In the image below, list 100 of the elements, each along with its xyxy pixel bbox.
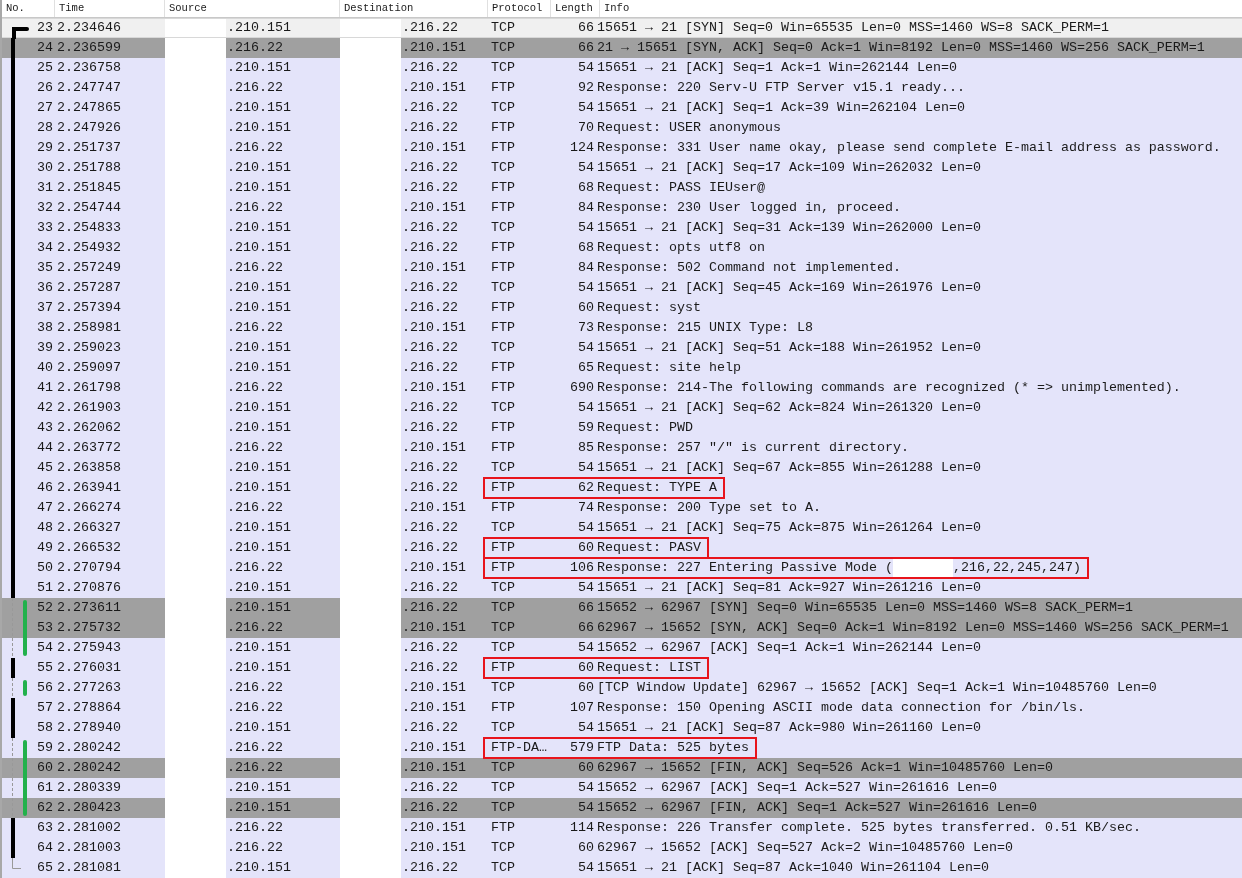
table-cell-text: .216.22	[226, 679, 284, 697]
table-cell-text: .210.151	[401, 699, 467, 717]
table-cell-text: 2.258981	[56, 319, 122, 337]
packet-row[interactable]: 59 2.280242 .216.22 .210.151 FTP-DA… 579 FTP Data: 525 bytes	[2, 738, 1242, 758]
column-header[interactable]: Protocol	[488, 0, 551, 17]
table-cell-text: .210.151	[401, 759, 467, 777]
column-header[interactable]: Info	[600, 0, 1242, 17]
packet-row[interactable]: 44 2.263772 .216.22 .210.151 FTP 85 Response: 257 "/" is current directory.	[2, 438, 1242, 458]
packet-row[interactable]: 45 2.263858 .210.151 .216.22 TCP 54 15651 → 21 [ACK] Seq=67 Ack=855 Win=261288 Len=0	[2, 458, 1242, 478]
table-cell: Request: PASV	[597, 539, 701, 557]
table-cell-text: 54	[37, 639, 53, 657]
packet-row[interactable]: 25 2.236758 .210.151 .216.22 TCP 54 15651 → 21 [ACK] Seq=1 Ack=1 Win=262144 Len=0	[2, 58, 1242, 78]
packet-row[interactable]: 63 2.281002 .216.22 .210.151 FTP 114 Response: 226 Transfer complete. 525 bytes transferred. 0.51 KB/sec.	[2, 818, 1242, 838]
packet-row[interactable]: 56 2.277263 .216.22 .210.151 TCP 60 [TCP Window Update] 62967 → 15652 [ACK] Seq=1 Ack=1 Win=10485760 Len=0	[2, 678, 1242, 698]
packet-row[interactable]: 36 2.257287 .210.151 .216.22 TCP 54 15651 → 21 [ACK] Seq=45 Ack=169 Win=261976 Len=0	[2, 278, 1242, 298]
packet-row[interactable]: 46 2.263941 .210.151 .216.22 FTP 62 Request: TYPE A	[2, 478, 1242, 498]
table-cell-text: 60	[577, 659, 595, 677]
table-cell-text: .216.22	[401, 719, 459, 737]
table-cell-text: .210.151	[226, 519, 292, 537]
column-header[interactable]: No.	[2, 0, 55, 17]
packet-row[interactable]: 48 2.266327 .210.151 .216.22 TCP 54 15651 → 21 [ACK] Seq=75 Ack=875 Win=261264 Len=0	[2, 518, 1242, 538]
table-cell-text: Request: PWD	[597, 419, 693, 437]
packet-row[interactable]: 61 2.280339 .210.151 .216.22 TCP 54 15652 → 62967 [ACK] Seq=1 Ack=527 Win=261616 Len=0	[2, 778, 1242, 798]
table-cell-text: .216.22	[401, 459, 459, 477]
packet-row[interactable]: 41 2.261798 .216.22 .210.151 FTP 690 Response: 214-The following commands are recognized (* => unimplemented).	[2, 378, 1242, 398]
table-cell-text: 2.254932	[56, 239, 122, 257]
table-cell-text: 2.273611	[56, 599, 122, 617]
packet-row[interactable]: 35 2.257249 .216.22 .210.151 FTP 84 Response: 502 Command not implemented.	[2, 258, 1242, 278]
packet-row[interactable]: 26 2.247747 .216.22 .210.151 FTP 92 Response: 220 Serv-U FTP Server v15.1 ready...	[2, 78, 1242, 98]
column-header[interactable]: Source	[165, 0, 340, 17]
packet-row[interactable]: 29 2.251737 .216.22 .210.151 FTP 124 Response: 331 User name okay, please send complete E-mail address as password.	[2, 138, 1242, 158]
table-cell-text: TCP	[490, 99, 516, 117]
packet-row[interactable]: 62 2.280423 .210.151 .216.22 TCP 54 15652 → 62967 [FIN, ACK] Seq=1 Ack=527 Win=261616 Len=0	[2, 798, 1242, 818]
packet-row[interactable]: 42 2.261903 .210.151 .216.22 TCP 54 15651 → 21 [ACK] Seq=62 Ack=824 Win=261320 Len=0	[2, 398, 1242, 418]
packet-row[interactable]: 47 2.266274 .216.22 .210.151 FTP 74 Response: 200 Type set to A.	[2, 498, 1242, 518]
table-cell-text: [TCP Window Update] 62967 → 15652 [ACK] Seq=1 Ack=1 Win=10485760 Len=0	[597, 679, 1157, 697]
table-cell-text: 15651 → 21 [ACK] Seq=62 Ack=824 Win=261320 Len=0	[597, 399, 981, 417]
table-cell-text: 44	[37, 439, 53, 457]
table-cell-text: 2.247747	[56, 79, 122, 97]
packet-row[interactable]: 28 2.247926 .210.151 .216.22 FTP 70 Request: USER anonymous	[2, 118, 1242, 138]
table-cell-text: 28	[37, 119, 53, 137]
table-cell-text: 54	[577, 339, 595, 357]
table-cell-text: .210.151	[226, 359, 292, 377]
packet-row[interactable]: 40 2.259097 .210.151 .216.22 FTP 65 Request: site help	[2, 358, 1242, 378]
packet-row[interactable]: 43 2.262062 .210.151 .216.22 FTP 59 Request: PWD	[2, 418, 1242, 438]
packet-row[interactable]: 37 2.257394 .210.151 .216.22 FTP 60 Request: syst	[2, 298, 1242, 318]
packet-row[interactable]: 23 2.234646 .210.151 .216.22 TCP 66 15651 → 21 [SYN] Seq=0 Win=65535 Len=0 MSS=1460 WS=8 SACK_PERM=1	[2, 18, 1242, 38]
column-header[interactable]: Length	[551, 0, 600, 17]
table-cell-text: .216.22	[401, 299, 459, 317]
packet-row[interactable]: 39 2.259023 .210.151 .216.22 TCP 54 15651 → 21 [ACK] Seq=51 Ack=188 Win=261952 Len=0	[2, 338, 1242, 358]
packet-row[interactable]: 65 2.281081 .210.151 .216.22 TCP 54 15651 → 21 [ACK] Seq=87 Ack=1040 Win=261104 Len=0	[2, 858, 1242, 878]
table-cell-text: .216.22	[226, 199, 284, 217]
table-cell-text: 62	[577, 479, 595, 497]
table-cell-text: 34	[37, 239, 53, 257]
table-cell-text: .216.22	[401, 399, 459, 417]
packet-row[interactable]: 27 2.247865 .210.151 .216.22 TCP 54 15651 → 21 [ACK] Seq=1 Ack=39 Win=262104 Len=0	[2, 98, 1242, 118]
table-cell-text: .210.151	[401, 319, 467, 337]
table-cell-text: 25	[37, 59, 53, 77]
table-cell-text: 84	[577, 199, 595, 217]
table-cell-text: Response: 226 Transfer complete. 525 bytes transferred. 0.51 KB/sec.	[597, 819, 1141, 837]
packet-row[interactable]: 30 2.251788 .210.151 .216.22 TCP 54 15651 → 21 [ACK] Seq=17 Ack=109 Win=262032 Len=0	[2, 158, 1242, 178]
packet-row[interactable]: 52 2.273611 .210.151 .216.22 TCP 66 15652 → 62967 [SYN] Seq=0 Win=65535 Len=0 MSS=1460 WS=8 SACK_PERM=1	[2, 598, 1242, 618]
packet-row[interactable]: 53 2.275732 .216.22 .210.151 TCP 66 62967 → 15652 [SYN, ACK] Seq=0 Ack=1 Win=8192 Len=0 MSS=1460 WS=256 SACK_PERM=1	[2, 618, 1242, 638]
table-cell-text: Request: PASS IEUser@	[597, 179, 765, 197]
table-cell-text: TCP	[490, 639, 516, 657]
packet-row[interactable]: 60 2.280242 .216.22 .210.151 TCP 60 62967 → 15652 [FIN, ACK] Seq=526 Ack=1 Win=10485760 Len=0	[2, 758, 1242, 778]
table-cell-text: .216.22	[401, 799, 459, 817]
packet-row[interactable]: 32 2.254744 .216.22 .210.151 FTP 84 Response: 230 User logged in, proceed.	[2, 198, 1242, 218]
table-cell-text: FTP	[490, 239, 516, 257]
packet-row[interactable]: 50 2.270794 .216.22 .210.151 FTP 106 Response: 227 Entering Passive Mode ( ,216,22,245,247)	[2, 558, 1242, 578]
packet-row[interactable]: 57 2.278864 .216.22 .210.151 FTP 107 Response: 150 Opening ASCII mode data connection for /bin/ls.	[2, 698, 1242, 718]
packet-row[interactable]: 33 2.254833 .210.151 .216.22 TCP 54 15651 → 21 [ACK] Seq=31 Ack=139 Win=262000 Len=0	[2, 218, 1242, 238]
table-cell-text: .210.151	[226, 279, 292, 297]
packet-row[interactable]: 38 2.258981 .216.22 .210.151 FTP 73 Response: 215 UNIX Type: L8	[2, 318, 1242, 338]
table-cell-text: 15651 → 21 [ACK] Seq=31 Ack=139 Win=262000 Len=0	[597, 219, 981, 237]
table-cell-text: .216.22	[401, 579, 459, 597]
table-cell-text: .216.22	[401, 359, 459, 377]
table-cell-text: 2.266532	[56, 539, 122, 557]
packet-row[interactable]: 54 2.275943 .210.151 .216.22 TCP 54 15652 → 62967 [ACK] Seq=1 Ack=1 Win=262144 Len=0	[2, 638, 1242, 658]
packet-row[interactable]: 64 2.281003 .216.22 .210.151 TCP 60 62967 → 15652 [ACK] Seq=527 Ack=2 Win=10485760 Len=0	[2, 838, 1242, 858]
table-cell-text: .210.151	[226, 579, 292, 597]
table-cell-text: .210.151	[401, 819, 467, 837]
packet-row[interactable]: 58 2.278940 .210.151 .216.22 TCP 54 15651 → 21 [ACK] Seq=87 Ack=980 Win=261160 Len=0	[2, 718, 1242, 738]
column-header[interactable]: Time	[55, 0, 165, 17]
packet-row[interactable]: 24 2.236599 .216.22 .210.151 TCP 66 21 → 15651 [SYN, ACK] Seq=0 Ack=1 Win=8192 Len=0 MSS=1460 WS=256 SACK_PERM=1	[2, 38, 1242, 58]
table-cell-text: 54	[577, 159, 595, 177]
packet-row[interactable]: 31 2.251845 .210.151 .216.22 FTP 68 Request: PASS IEUser@	[2, 178, 1242, 198]
table-cell-text: .216.22	[401, 339, 459, 357]
packet-row[interactable]: 51 2.270876 .210.151 .216.22 TCP 54 15651 → 21 [ACK] Seq=81 Ack=927 Win=261216 Len=0	[2, 578, 1242, 598]
packet-row[interactable]: 55 2.276031 .210.151 .216.22 FTP 60 Request: LIST	[2, 658, 1242, 678]
table-cell-text: 60	[577, 759, 595, 777]
column-header[interactable]: Destination	[340, 0, 488, 17]
table-cell-text: 114	[569, 819, 595, 837]
table-cell-text: .210.151	[226, 219, 292, 237]
table-cell-text: .216.22	[401, 639, 459, 657]
table-cell-text: .216.22	[401, 119, 459, 137]
packet-row[interactable]: 34 2.254932 .210.151 .216.22 FTP 68 Request: opts utf8 on	[2, 238, 1242, 258]
packet-row[interactable]: 49 2.266532 .210.151 .216.22 FTP 60 Request: PASV	[2, 538, 1242, 558]
table-cell-text: 33	[37, 219, 53, 237]
table-cell-text: .216.22	[226, 759, 284, 777]
